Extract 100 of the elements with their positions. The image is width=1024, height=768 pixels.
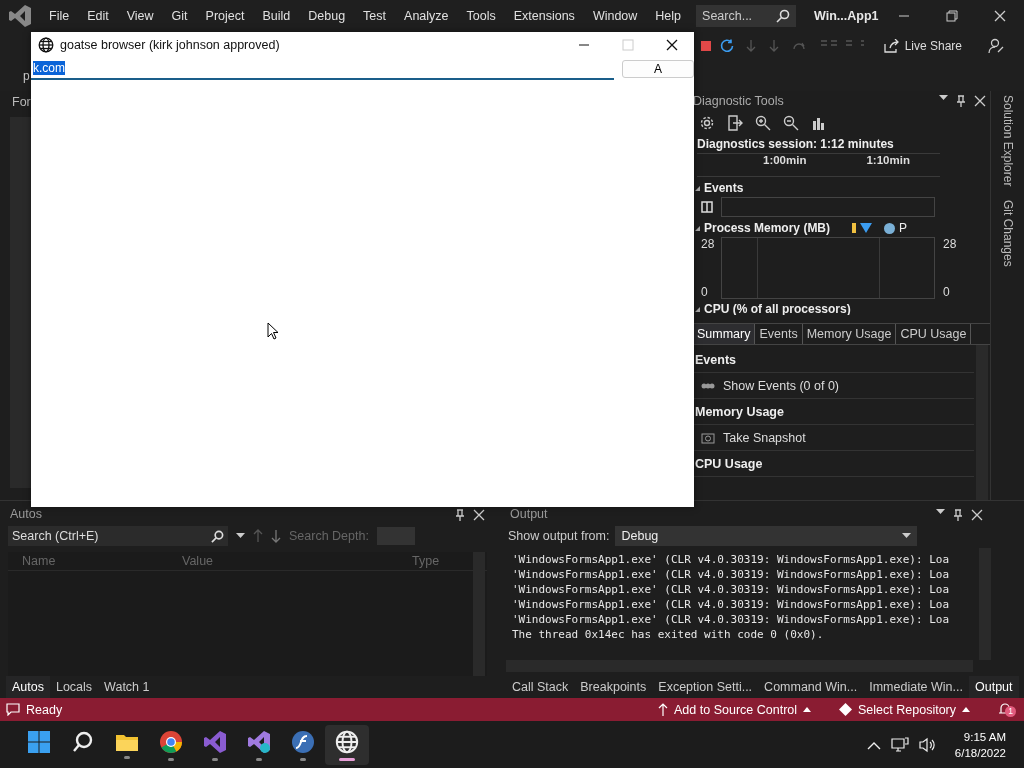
tab[interactable]: Autos bbox=[6, 676, 50, 698]
camera-icon bbox=[701, 431, 715, 444]
export-icon[interactable] bbox=[727, 115, 743, 131]
person-feedback-icon[interactable] bbox=[988, 38, 1004, 54]
pin-icon[interactable] bbox=[956, 95, 966, 107]
pause-icon[interactable] bbox=[701, 201, 713, 213]
chevron-up-icon[interactable] bbox=[866, 740, 881, 750]
scrollbar[interactable] bbox=[976, 345, 988, 500]
side-tab[interactable]: Solution Explorer bbox=[1000, 95, 1015, 187]
restore-icon[interactable] bbox=[946, 9, 958, 22]
pin-icon[interactable] bbox=[953, 509, 963, 521]
browser-logo-icon bbox=[159, 729, 183, 754]
panel-title: Autos bbox=[10, 507, 42, 521]
tab[interactable]: Call Stack bbox=[506, 676, 575, 698]
output-line: 'WindowsFormsApp1.exe' (CLR v4.0.30319: WindowsFormsApp1.exe): Loa bbox=[512, 552, 951, 567]
search-field[interactable]: Search (Ctrl+E) bbox=[8, 526, 228, 546]
go-button[interactable]: A bbox=[622, 60, 694, 78]
clock-date[interactable]: 6/18/2022 bbox=[954, 745, 1006, 761]
clock-time[interactable]: 9:15 AM bbox=[963, 729, 1006, 745]
menu-item[interactable]: Git bbox=[162, 8, 197, 23]
menu-item[interactable]: Test bbox=[354, 8, 396, 23]
tab[interactable]: Summary bbox=[693, 324, 756, 344]
globe-icon bbox=[38, 37, 54, 53]
dropdown-icon[interactable] bbox=[902, 533, 912, 539]
axis-label: 28 bbox=[943, 237, 958, 251]
share-icon bbox=[883, 39, 900, 53]
menu-item[interactable]: Help bbox=[646, 8, 691, 23]
menu-item[interactable]: Extensions bbox=[504, 8, 584, 23]
circle-icon bbox=[884, 222, 896, 234]
zoom-out-icon[interactable] bbox=[783, 115, 799, 131]
live-share-button[interactable]: Live Share bbox=[904, 39, 962, 53]
tab[interactable]: Command Win... bbox=[758, 676, 864, 698]
status-text: Ready bbox=[26, 702, 63, 717]
windows-logo-icon bbox=[27, 729, 51, 754]
dropdown-icon[interactable] bbox=[939, 95, 948, 101]
stop-icon[interactable] bbox=[699, 40, 712, 52]
dropdown-icon[interactable] bbox=[936, 509, 945, 515]
message-icon bbox=[6, 703, 20, 716]
action-link[interactable]: Take Snapshot bbox=[723, 430, 806, 445]
maximize-icon bbox=[622, 39, 634, 51]
dropdown-icon[interactable] bbox=[236, 533, 245, 539]
menu-item[interactable]: Edit bbox=[78, 8, 118, 23]
tab[interactable]: Locals bbox=[49, 676, 99, 698]
menu-item[interactable]: Debug bbox=[299, 8, 355, 23]
tab[interactable]: Events bbox=[755, 324, 803, 344]
search-icon bbox=[72, 730, 94, 753]
section-title: CPU (% of all processors) bbox=[704, 302, 851, 315]
close-icon[interactable] bbox=[666, 39, 678, 51]
mouse-cursor-icon bbox=[267, 322, 279, 340]
monitor-icon[interactable] bbox=[890, 737, 909, 753]
field-label: Search Depth: bbox=[289, 529, 369, 543]
tab[interactable]: Breakpoints bbox=[574, 676, 653, 698]
output-line: 'WindowsFormsApp1.exe' (CLR v4.0.30319: WindowsFormsApp1.exe): Loa bbox=[512, 582, 951, 597]
menu-item[interactable]: Analyze bbox=[395, 8, 458, 23]
tab[interactable]: Output bbox=[969, 676, 1019, 698]
tab[interactable]: Memory Usage bbox=[802, 324, 897, 344]
output-line: The thread 0x14ec has exited with code 0 (0x0). bbox=[512, 627, 825, 642]
output-line: 'WindowsFormsApp1.exe' (CLR v4.0.30319: WindowsFormsApp1.exe): Loa bbox=[512, 597, 951, 612]
menu-item[interactable]: Build bbox=[253, 8, 300, 23]
axis-label: 28 bbox=[701, 237, 716, 251]
taskbar-button[interactable] bbox=[325, 725, 369, 765]
toolbar-text: p bbox=[23, 69, 30, 83]
section-title: Events bbox=[704, 181, 744, 195]
action-link[interactable]: Show Events (0 of 0) bbox=[723, 378, 840, 393]
chart-icon[interactable] bbox=[811, 115, 827, 131]
menu-item[interactable]: Project bbox=[196, 8, 254, 23]
infinity-logo-icon bbox=[8, 3, 32, 28]
zoom-in-icon[interactable] bbox=[755, 115, 771, 131]
speaker-icon[interactable] bbox=[918, 737, 937, 753]
timeline-tick: 1:00min bbox=[763, 154, 807, 166]
panel-title: Output bbox=[510, 507, 548, 521]
legend-label: P bbox=[899, 221, 908, 235]
document-tab[interactable]: For bbox=[12, 95, 31, 109]
source-dropdown[interactable]: Debug bbox=[615, 526, 918, 546]
output-line: 'WindowsFormsApp1.exe' (CLR v4.0.30319: WindowsFormsApp1.exe): Loa bbox=[512, 612, 951, 627]
tab[interactable]: Immediate Win... bbox=[863, 676, 969, 698]
repository-button[interactable]: Select Repository bbox=[858, 702, 956, 717]
search-field[interactable]: Search... bbox=[696, 4, 797, 27]
tab[interactable]: Exception Setti... bbox=[652, 676, 759, 698]
search-icon bbox=[211, 529, 224, 543]
tab[interactable]: Watch 1 bbox=[98, 676, 156, 698]
globe-icon bbox=[335, 729, 359, 754]
menu-item[interactable]: File bbox=[40, 8, 79, 23]
pin-icon[interactable] bbox=[455, 509, 465, 521]
session-duration: Diagnostics session: 1:12 minutes bbox=[696, 136, 895, 153]
arrow-up-icon bbox=[658, 703, 669, 716]
events-icon bbox=[701, 381, 715, 390]
section-title: Events bbox=[695, 352, 736, 367]
settings-icon[interactable] bbox=[699, 115, 715, 131]
tab[interactable]: CPU Usage bbox=[896, 324, 972, 344]
restart-icon[interactable] bbox=[719, 39, 734, 53]
infinity-logo-icon bbox=[203, 729, 227, 754]
side-tab[interactable]: Git Changes bbox=[1000, 200, 1015, 268]
menu-item[interactable]: Tools bbox=[457, 8, 505, 23]
source-control-button[interactable]: Add to Source Control bbox=[674, 702, 798, 717]
menu-item[interactable]: View bbox=[117, 8, 163, 23]
solution-name: Win...App1 bbox=[814, 8, 879, 23]
menu-item[interactable]: Window bbox=[583, 8, 647, 23]
address-field[interactable]: k.com bbox=[31, 58, 615, 80]
arrow-down-icon[interactable] bbox=[271, 529, 281, 543]
